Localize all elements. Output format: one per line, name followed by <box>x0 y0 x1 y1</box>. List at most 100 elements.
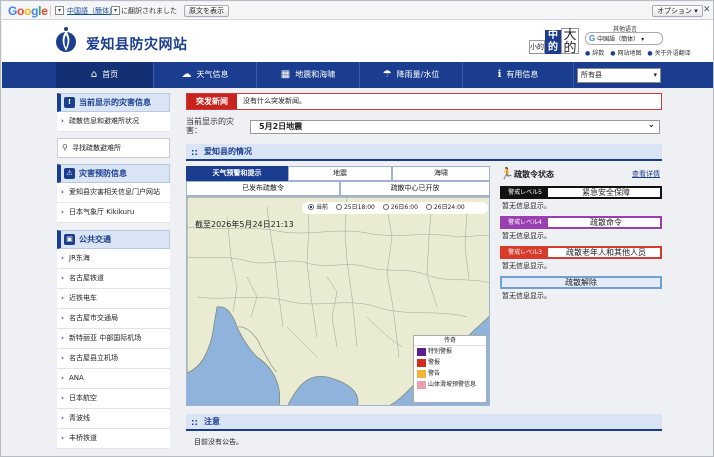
legend-row: 特别警报 <box>414 346 486 357</box>
legend-swatch <box>417 348 426 356</box>
show-original-button[interactable]: 原文を表示 <box>184 5 229 17</box>
main-nav: ⌂ 首页 ☁ 天气信息 ▦ 地震和海啸 ☂ 降雨量/水位 ℹ 有用信息 所有县 <box>2 62 713 88</box>
aichi-logo[interactable] <box>55 26 77 56</box>
sidebar-item-transit[interactable]: ANA <box>57 369 170 389</box>
options-button[interactable]: オプション ▾ <box>652 5 703 17</box>
nav-item-earthquake[interactable]: ▦ 地震和海啸 <box>257 62 360 88</box>
bullet-icon: ● <box>610 50 616 57</box>
tab-earthquake[interactable]: 地震 <box>288 166 392 181</box>
forecast-time-radios: 当前 25日18:00 26日6:00 26日24:00 <box>302 202 488 214</box>
alert-icon: ! <box>64 97 75 108</box>
situation-heading: 爱知县的情况 <box>186 144 662 161</box>
sidebar-heading-prevention: ⚠ 灾害预防信息 <box>57 164 170 183</box>
shelter-search-link[interactable]: 寻找疏散避难所 <box>57 138 170 158</box>
translate-select[interactable]: G 中国語（簡体） ▾ <box>585 32 663 45</box>
map-icon: ▦ <box>280 69 291 80</box>
alert-level-row[interactable]: 警戒レベル5 紧急安全保障 <box>500 186 662 199</box>
lang-dropdown-icon[interactable]: ▾ <box>55 6 64 15</box>
radio-25-1800[interactable]: 25日18:00 <box>335 204 375 211</box>
view-details-link[interactable]: 查看详情 <box>632 168 660 181</box>
nav-item-weather[interactable]: ☁ 天气信息 <box>154 62 257 88</box>
sidebar-item-transit[interactable]: 新特丽亚 中部国际机场 <box>57 329 170 349</box>
sidebar-heading-text: 灾害预防信息 <box>79 169 127 178</box>
main-content: 突发新闻 没有什么突发新闻。 当前显示的灾害： 5月2日地震 爱知县的情况 天气… <box>184 93 662 456</box>
sidebar-item-portal[interactable]: 爱知县灾害相关信息门户网站 <box>57 183 170 203</box>
sidebar-item-transit[interactable]: 丰桥铁道 <box>57 429 170 449</box>
close-icon[interactable]: ✕ <box>703 5 711 15</box>
font-size-switcher: 小的 中的 大的 <box>529 26 579 56</box>
alert-level-badge: 警戒レベル4 <box>502 218 548 227</box>
sidebar-item-transit[interactable]: 名古屋县立机场 <box>57 349 170 369</box>
header-link-0[interactable]: 辞数 <box>592 50 604 57</box>
font-large-button[interactable]: 大的 <box>561 28 579 55</box>
nav-item-useful-info[interactable]: ℹ 有用信息 <box>463 62 574 88</box>
alert-level-row[interactable]: 警戒レベル4 疏散命令 <box>500 216 662 229</box>
language-selector: 其他语言 G 中国語（簡体） ▾ ● 辞数 ● 网站地图 ● 关于外语翻译 <box>585 24 691 60</box>
legend-swatch <box>417 381 426 389</box>
sidebar-item-evacuation-info[interactable]: 疏散信息和避难所状况 <box>57 112 170 132</box>
sidebar-item-transit[interactable]: 青波线 <box>57 409 170 429</box>
tab-weather-warnings[interactable]: 天气预警和提示 <box>186 166 288 181</box>
tab-tsunami[interactable]: 海啸 <box>392 166 490 181</box>
grid-icon <box>191 419 198 426</box>
divider <box>50 5 51 17</box>
nav-item-home[interactable]: ⌂ 首页 <box>56 62 154 88</box>
disaster-selector: 当前显示的灾害： 5月2日地震 <box>186 115 662 135</box>
sidebar-heading-current: ! 当前显示的灾害信息 <box>57 93 170 112</box>
site-title[interactable]: 爱知县防灾网站 <box>86 34 188 54</box>
nav-item-label: 首页 <box>102 70 119 79</box>
logo-letter: G <box>8 4 18 18</box>
legend-label: 特别警报 <box>428 348 453 355</box>
radio-label: 26日24:00 <box>433 204 465 211</box>
situation-title: 爱知县的情况 <box>204 147 252 156</box>
tab-evacuation-orders[interactable]: 已发布疏散令 <box>186 181 340 196</box>
radio-icon <box>425 204 432 210</box>
sidebar-item-transit[interactable]: 名古屋铁道 <box>57 269 170 289</box>
radio-selected-icon <box>308 204 314 210</box>
info-icon: ℹ <box>497 69 502 80</box>
google-logo: Google <box>8 4 48 18</box>
nav-item-rainfall[interactable]: ☂ 降雨量/水位 <box>360 62 463 88</box>
radio-26-0600[interactable]: 26日6:00 <box>382 204 418 211</box>
header-link-2[interactable]: 关于外语翻译 <box>655 50 691 57</box>
legend-swatch <box>417 359 426 367</box>
font-small-button[interactable]: 小的 <box>529 40 545 54</box>
warning-icon: ⚠ <box>64 168 75 179</box>
tab-shelters-open[interactable]: 疏散中心已开放 <box>340 181 490 196</box>
radio-26-2400[interactable]: 26日24:00 <box>425 204 465 211</box>
alert-level-row[interactable]: 疏散解除 <box>500 276 662 289</box>
radio-label: 当前 <box>316 204 329 211</box>
region-select[interactable]: 所有县 <box>577 68 661 83</box>
prefecture-map[interactable]: 当前 25日18:00 26日6:00 26日24:00 截至2026年5月24… <box>186 196 490 406</box>
no-info-text: 暂无信息显示。 <box>502 232 551 240</box>
breaking-news-tag: 突发新闻 <box>187 94 237 109</box>
situation-tabs: 天气预警和提示 地震 海啸 已发布疏散令 疏散中心已开放 <box>186 166 490 196</box>
font-medium-button[interactable]: 中的 <box>545 30 561 54</box>
notice-title: 注意 <box>204 417 220 426</box>
disaster-label: 当前显示的灾害： <box>186 117 234 135</box>
alert-level-badge: 警戒レベル5 <box>502 188 548 197</box>
radio-now[interactable]: 当前 <box>308 204 328 211</box>
translate-language[interactable]: 中国語（簡体） <box>67 6 116 16</box>
sidebar-item-transit[interactable]: 近铁电车 <box>57 289 170 309</box>
grid-icon <box>191 149 198 156</box>
google-g-icon: G <box>589 34 596 43</box>
sidebar-item-kikikuru[interactable]: 日本气象厅 Kikikuru <box>57 203 170 223</box>
sidebar-item-transit[interactable]: JR东海 <box>57 249 170 269</box>
legend-rows: 特别警报 警报 警告 山体滑坡预警信息 <box>414 346 486 390</box>
evacuation-status-heading: 🏃 疏散令状态 查看详情 <box>500 167 662 181</box>
sidebar-item-transit[interactable]: 名古屋市交通局 <box>57 309 170 329</box>
legend-label: 警报 <box>428 359 441 366</box>
alert-level-badge: 警戒レベル3 <box>502 248 548 257</box>
header-links: ● 辞数 ● 网站地图 ● 关于外语翻译 <box>585 48 691 57</box>
disaster-select[interactable]: 5月2日地震 <box>250 119 660 134</box>
sidebar-heading-text: 当前显示的灾害信息 <box>79 98 151 107</box>
header-link-1[interactable]: 网站地图 <box>617 50 641 57</box>
translated-label: に翻訳されました <box>121 7 177 15</box>
radio-icon <box>335 204 342 210</box>
alert-level-row[interactable]: 警戒レベル3 疏散老年人和其他人员 <box>500 246 662 259</box>
legend-row: 山体滑坡预警信息 <box>414 379 486 390</box>
lang-dropdown-icon-2[interactable]: ▾ <box>111 6 120 15</box>
sidebar-item-transit[interactable]: 日本航空 <box>57 389 170 409</box>
as-of-timestamp: 截至2026年5月24日21:13 <box>195 220 294 229</box>
